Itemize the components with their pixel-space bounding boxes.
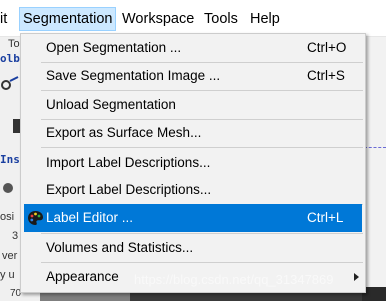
menu-item-open-segmentation[interactable]: Open Segmentation ... Ctrl+O [21,34,365,62]
menu-item-import-label-descriptions[interactable]: Import Label Descriptions... [21,149,365,177]
menu-item-unload-segmentation[interactable]: Unload Segmentation [21,91,365,119]
menu-item-export-label-descriptions[interactable]: Export Label Descriptions... [21,176,365,204]
menu-item-label: Export as Surface Mesh... [46,125,202,140]
left-text-3: Ins [0,153,20,166]
menu-workspace[interactable]: Workspace [122,8,194,30]
segmentation-menu: Open Segmentation ... Ctrl+O Save Segmen… [20,33,366,293]
menu-item-label-editor[interactable]: Label Editor ... Ctrl+L [24,204,362,232]
menu-item-label: Label Editor ... [46,210,134,225]
menu-item-volumes-statistics[interactable]: Volumes and Statistics... [21,234,365,262]
menu-tools[interactable]: Tools [204,8,238,30]
guide-line [364,147,386,148]
menu-item-label: Open Segmentation ... [46,40,182,55]
menu-item-shortcut: Ctrl+L [307,210,344,225]
menu-item-shortcut: Ctrl+S [307,68,345,83]
left-text-6: ver [2,250,18,262]
menu-item-label: Appearance [46,269,119,284]
menu-item-save-segmentation[interactable]: Save Segmentation Image ... Ctrl+S [21,62,365,90]
menu-separator [41,147,363,148]
watermark: https://blog.csdn.net/qq_31347869 [134,272,334,287]
left-text-5: 3 [12,230,19,242]
brush-icon[interactable] [0,181,16,195]
menu-edit-partial[interactable]: it [0,8,7,30]
left-text-1: To [8,38,20,50]
left-text-2: olb [0,52,20,65]
menubar: it Segmentation Workspace Tools Help [0,0,386,37]
menu-item-label: Save Segmentation Image ... [46,68,221,83]
left-text-7: y u [0,269,15,281]
tool-icon[interactable] [0,75,20,95]
left-text-4: osi [0,211,15,223]
menu-item-label: Volumes and Statistics... [46,240,194,255]
palette-icon [28,211,43,225]
menu-item-shortcut: Ctrl+O [307,40,347,55]
chevron-right-icon [354,273,359,281]
menu-item-label: Unload Segmentation [46,97,176,112]
menu-segmentation[interactable]: Segmentation [19,7,117,31]
menu-item-label: Import Label Descriptions... [46,155,211,170]
menu-item-export-surface-mesh[interactable]: Export as Surface Mesh... [21,119,365,147]
menu-help[interactable]: Help [250,8,280,30]
menu-item-label: Export Label Descriptions... [46,182,212,197]
